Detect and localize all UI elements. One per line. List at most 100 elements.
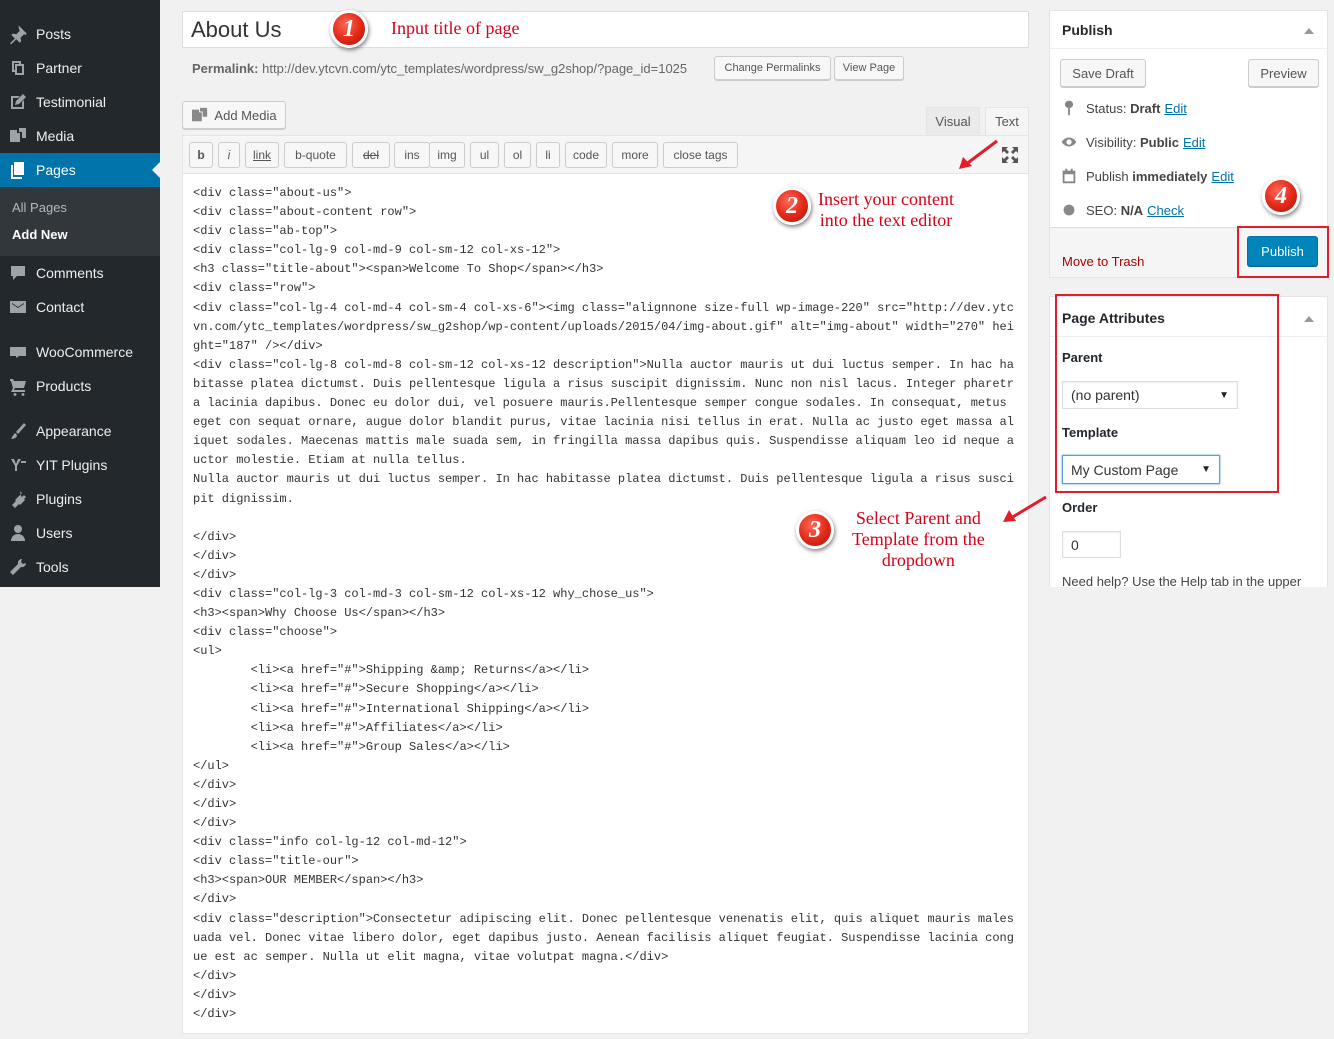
page-attributes-highlight-box: [1055, 294, 1279, 493]
collapse-arrow-icon[interactable]: [1304, 28, 1314, 34]
qt-bold-button[interactable]: b: [189, 142, 213, 168]
add-media-button[interactable]: Add Media: [182, 101, 286, 129]
qt-code-button[interactable]: code: [565, 142, 607, 168]
seo-value: N/A: [1120, 202, 1144, 218]
editor-content[interactable]: <div class="about-us"> <div class="about…: [193, 184, 1021, 1024]
qt-close-tags-button[interactable]: close tags: [663, 142, 738, 168]
status-value: Draft: [1130, 100, 1161, 116]
sidebar-item-label: YIT Plugins: [36, 457, 108, 473]
view-page-button[interactable]: View Page: [834, 56, 904, 80]
publish-highlight-box: [1237, 226, 1329, 278]
comment-icon: [0, 263, 36, 283]
sidebar-item-label: WooCommerce: [36, 344, 133, 360]
plug-icon: [0, 489, 36, 509]
tab-text[interactable]: Text: [985, 107, 1029, 135]
edit-status-link[interactable]: Edit: [1164, 101, 1186, 116]
sidebar-item-products[interactable]: Products: [0, 369, 160, 403]
sidebar-item-label: Appearance: [36, 423, 112, 439]
qt-del-button[interactable]: del: [352, 142, 390, 168]
qt-ul-button[interactable]: ul: [470, 142, 499, 168]
change-permalinks-button[interactable]: Change Permalinks: [714, 56, 831, 80]
status-label: Status:: [1086, 100, 1127, 116]
user-icon: [0, 523, 36, 543]
step-2-badge: 2: [773, 187, 811, 225]
calendar-icon: [1062, 168, 1076, 184]
sidebar-item-label: Pages: [36, 162, 76, 178]
collapse-arrow-icon[interactable]: [1304, 316, 1314, 322]
sidebar-item-comments[interactable]: Comments: [0, 256, 160, 290]
sidebar-item-yit-plugins[interactable]: YIT Plugins: [0, 448, 160, 482]
sidebar-item-media[interactable]: Media: [0, 119, 160, 153]
step-4-badge: 4: [1262, 177, 1300, 215]
order-input[interactable]: 0: [1062, 531, 1121, 558]
qt-ins-button[interactable]: ins: [394, 142, 430, 168]
pages-submenu: All Pages Add New: [0, 187, 160, 256]
annotation-arrow-icon: [959, 139, 998, 169]
step-1-note: Input title of page: [391, 18, 520, 38]
help-text: Need help? Use the Help tab in the upper: [1062, 574, 1302, 589]
qt-bquote-button[interactable]: b-quote: [284, 142, 347, 168]
edit-visibility-link[interactable]: Edit: [1183, 135, 1205, 150]
media-icon: [0, 126, 36, 146]
qt-link-button[interactable]: link: [245, 142, 279, 168]
sidebar-item-testimonial[interactable]: Testimonial: [0, 85, 160, 119]
pin-icon: [1064, 100, 1074, 116]
publish-box-title: Publish: [1062, 22, 1113, 38]
fullscreen-icon[interactable]: [1001, 146, 1019, 164]
visibility-row: Visibility: Public Edit: [1060, 133, 1205, 151]
sidebar-item-appearance[interactable]: Appearance: [0, 414, 160, 448]
step-3-badge: 3: [796, 511, 834, 549]
qt-img-button[interactable]: img: [429, 142, 465, 168]
submenu-add-new[interactable]: Add New: [12, 227, 68, 242]
media-icon: [192, 107, 208, 122]
sidebar-item-label: Tools: [36, 559, 69, 575]
sidebar-item-pages[interactable]: Pages: [0, 153, 160, 187]
qt-li-button[interactable]: li: [536, 142, 560, 168]
pin-icon: [0, 24, 36, 44]
wrench-icon: [0, 557, 36, 577]
order-value: 0: [1071, 536, 1079, 553]
qt-more-button[interactable]: more: [612, 142, 658, 168]
sidebar-item-posts[interactable]: Posts: [0, 17, 160, 51]
add-media-label: Add Media: [214, 107, 277, 123]
step-1-badge: 1: [330, 10, 368, 48]
woo-icon: [0, 342, 36, 362]
publish-date-label: Publish: [1086, 168, 1129, 184]
admin-sidebar: Posts Partner Testimonial Media Pages Al…: [0, 0, 160, 587]
submenu-all-pages[interactable]: All Pages: [12, 200, 67, 215]
tab-visual[interactable]: Visual: [926, 107, 980, 135]
step-3-note: Select Parent and Template from the drop…: [852, 508, 985, 570]
edit-publish-date-link[interactable]: Edit: [1211, 169, 1233, 184]
sidebar-item-partner[interactable]: Partner: [0, 51, 160, 85]
seo-check-link[interactable]: Check: [1147, 203, 1184, 218]
qt-italic-button[interactable]: i: [218, 142, 240, 168]
sidebar-item-woocommerce[interactable]: WooCommerce: [0, 335, 160, 369]
eye-icon: [1061, 137, 1077, 147]
publish-date-value: immediately: [1132, 168, 1208, 184]
publish-date-row: Publish immediately Edit: [1060, 167, 1234, 185]
annotation-arrow-icon: [1003, 495, 1047, 522]
pages-icon: [0, 160, 36, 180]
sidebar-item-plugins[interactable]: Plugins: [0, 482, 160, 516]
order-label: Order: [1062, 500, 1098, 515]
copy-icon: [0, 58, 36, 78]
seo-dot-icon: [1063, 204, 1075, 216]
text-editor-area[interactable]: <div class="about-us"> <div class="about…: [182, 174, 1029, 1034]
sidebar-item-users[interactable]: Users: [0, 516, 160, 550]
permalink: Permalink: http://dev.ytcvn.com/ytc_temp…: [192, 61, 687, 76]
sidebar-item-tools[interactable]: Tools: [0, 550, 160, 584]
qt-ol-button[interactable]: ol: [504, 142, 531, 168]
seo-label: SEO:: [1086, 202, 1118, 218]
permalink-url[interactable]: http://dev.ytcvn.com/ytc_templates/wordp…: [262, 61, 687, 76]
sidebar-item-contact[interactable]: Contact: [0, 290, 160, 324]
mail-icon: [0, 297, 36, 317]
move-to-trash-link[interactable]: Move to Trash: [1062, 254, 1144, 269]
save-draft-button[interactable]: Save Draft: [1060, 59, 1146, 87]
seo-row: SEO: N/A Check: [1060, 201, 1184, 219]
brush-icon: [0, 421, 36, 441]
page-title-input[interactable]: About Us: [182, 11, 1029, 48]
yit-icon: [0, 455, 36, 475]
sidebar-item-label: Plugins: [36, 491, 82, 507]
visibility-value: Public: [1139, 134, 1179, 150]
preview-button[interactable]: Preview: [1248, 59, 1319, 87]
